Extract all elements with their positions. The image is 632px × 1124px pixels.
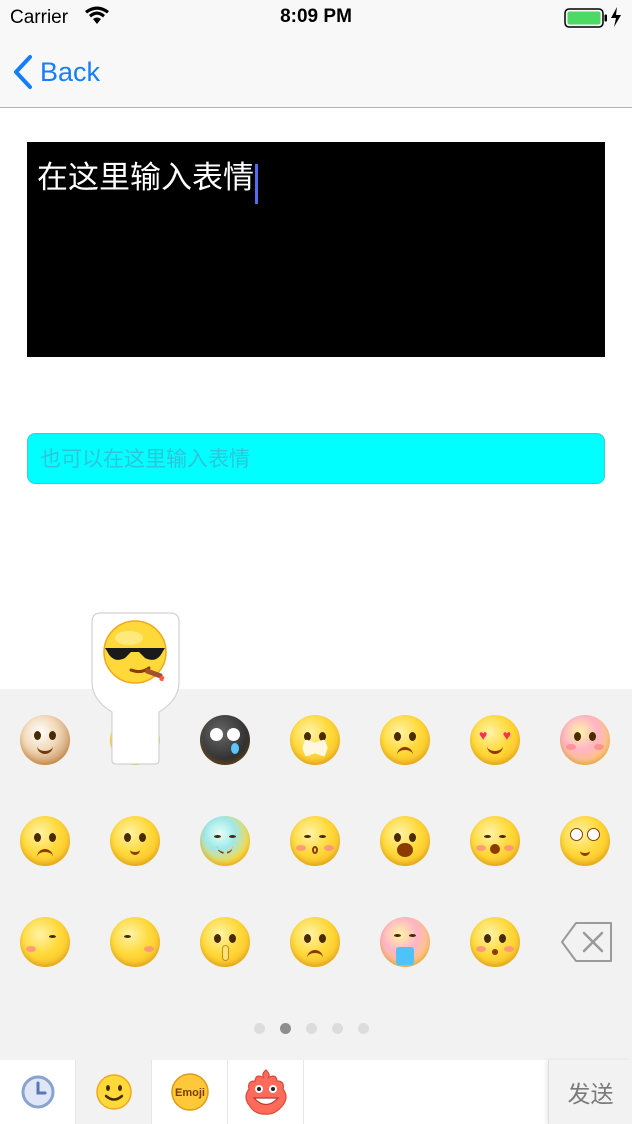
tab-emoji[interactable]: Emoji	[152, 1060, 228, 1124]
monster-sticker-icon	[244, 1069, 287, 1115]
kissing-emoji[interactable]	[270, 796, 360, 886]
battery-icon	[564, 8, 607, 28]
pleading-emoji[interactable]	[270, 897, 360, 987]
tab-recent[interactable]	[0, 1060, 76, 1124]
smiley-icon	[95, 1074, 132, 1110]
eyeroll-emoji[interactable]	[540, 796, 630, 886]
turn-left-emoji[interactable]	[0, 897, 90, 987]
cat-emoji[interactable]	[0, 695, 90, 785]
shy-emoji[interactable]	[450, 897, 540, 987]
page-dot-current[interactable]	[279, 1023, 291, 1034]
page-dot[interactable]	[331, 1023, 343, 1034]
shush-emoji[interactable]	[180, 897, 270, 987]
emoji-text-view[interactable]: 在这里输入表情	[27, 142, 605, 357]
chevron-left-icon	[14, 55, 32, 89]
vomit-emoji[interactable]	[360, 897, 450, 987]
back-label: Back	[40, 56, 101, 87]
page-dot[interactable]	[305, 1023, 317, 1034]
page-dot[interactable]	[253, 1023, 265, 1034]
emoji-toolbar: Emoji 发送	[0, 1060, 632, 1124]
heart-eyes-drool-emoji[interactable]: ♥ ♥	[450, 695, 540, 785]
send-button[interactable]: 发送	[548, 1060, 632, 1124]
sunglasses-cigar-icon	[103, 620, 167, 684]
mouth-taped-emoji[interactable]	[270, 695, 360, 785]
thinking-emoji[interactable]	[90, 796, 180, 886]
backspace-icon[interactable]	[560, 920, 614, 964]
fist-angry-emoji[interactable]	[360, 695, 450, 785]
emoji-badge-icon: Emoji	[170, 1073, 209, 1111]
page-dot[interactable]	[357, 1023, 369, 1034]
back-button[interactable]: Back	[12, 52, 100, 92]
cold-sweat-emoji[interactable]	[180, 796, 270, 886]
page-indicator	[0, 1023, 632, 1034]
text-view-content: 在这里输入表情	[37, 160, 254, 196]
tab-sticker[interactable]	[228, 1060, 304, 1124]
navigation-bar: Back	[0, 40, 632, 108]
recent-clock-icon	[21, 1075, 54, 1109]
emoji-text-input[interactable]	[40, 434, 592, 483]
tab-smiley[interactable]	[76, 1060, 152, 1124]
sly-emoji[interactable]	[90, 897, 180, 987]
text-caret	[255, 163, 258, 204]
yelling-emoji[interactable]	[360, 796, 450, 886]
status-time: 8:09 PM	[280, 6, 352, 27]
emoji-preview-popup	[91, 612, 180, 765]
charging-bolt-icon	[611, 7, 621, 27]
emoji-text-field[interactable]	[27, 433, 605, 484]
emoji-tab-label: Emoji	[175, 1087, 205, 1099]
sad-tears-emoji[interactable]	[0, 796, 90, 886]
surprised-blush-emoji[interactable]	[450, 796, 540, 886]
sweat-dark-emoji[interactable]	[180, 695, 270, 785]
praying-blush-emoji[interactable]	[540, 695, 630, 785]
status-bar: Carrier 8:09 PM	[0, 0, 632, 40]
